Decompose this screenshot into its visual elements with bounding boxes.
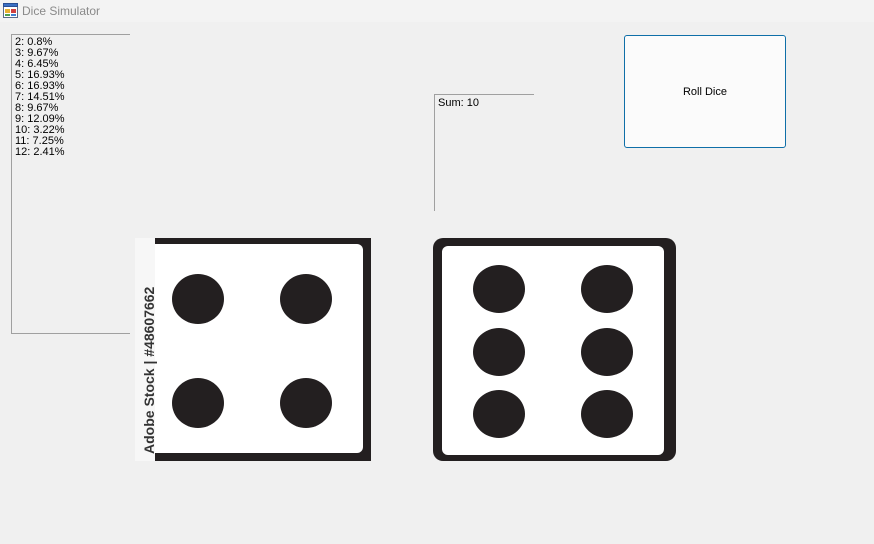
die-face [141,244,363,453]
pip [473,265,525,313]
pip [581,390,633,438]
pip [172,274,224,324]
sum-listbox[interactable]: Sum: 10 [434,94,534,211]
pip [473,390,525,438]
roll-dice-button[interactable]: Roll Dice [624,35,786,148]
die-image-right [433,238,676,461]
sum-text[interactable]: Sum: 10 [438,98,534,109]
die-image-left: Adobe Stock | #48607662 [135,238,371,461]
list-item[interactable]: 12: 2.41% [15,147,130,158]
watermark-text: Adobe Stock | #48607662 [141,286,157,454]
pip [280,378,332,428]
pip [473,328,525,376]
title-bar: Dice Simulator [0,0,874,22]
pip [581,265,633,313]
pip [581,328,633,376]
window-title: Dice Simulator [22,4,101,18]
pip [280,274,332,324]
distribution-list[interactable]: 2: 0.8% 3: 9.67% 4: 6.45% 5: 16.93% 6: 1… [11,34,130,334]
pip [172,378,224,428]
dice-simulator-window: Dice Simulator 2: 0.8% 3: 9.67% 4: 6.45%… [0,0,874,544]
app-icon [3,3,18,18]
